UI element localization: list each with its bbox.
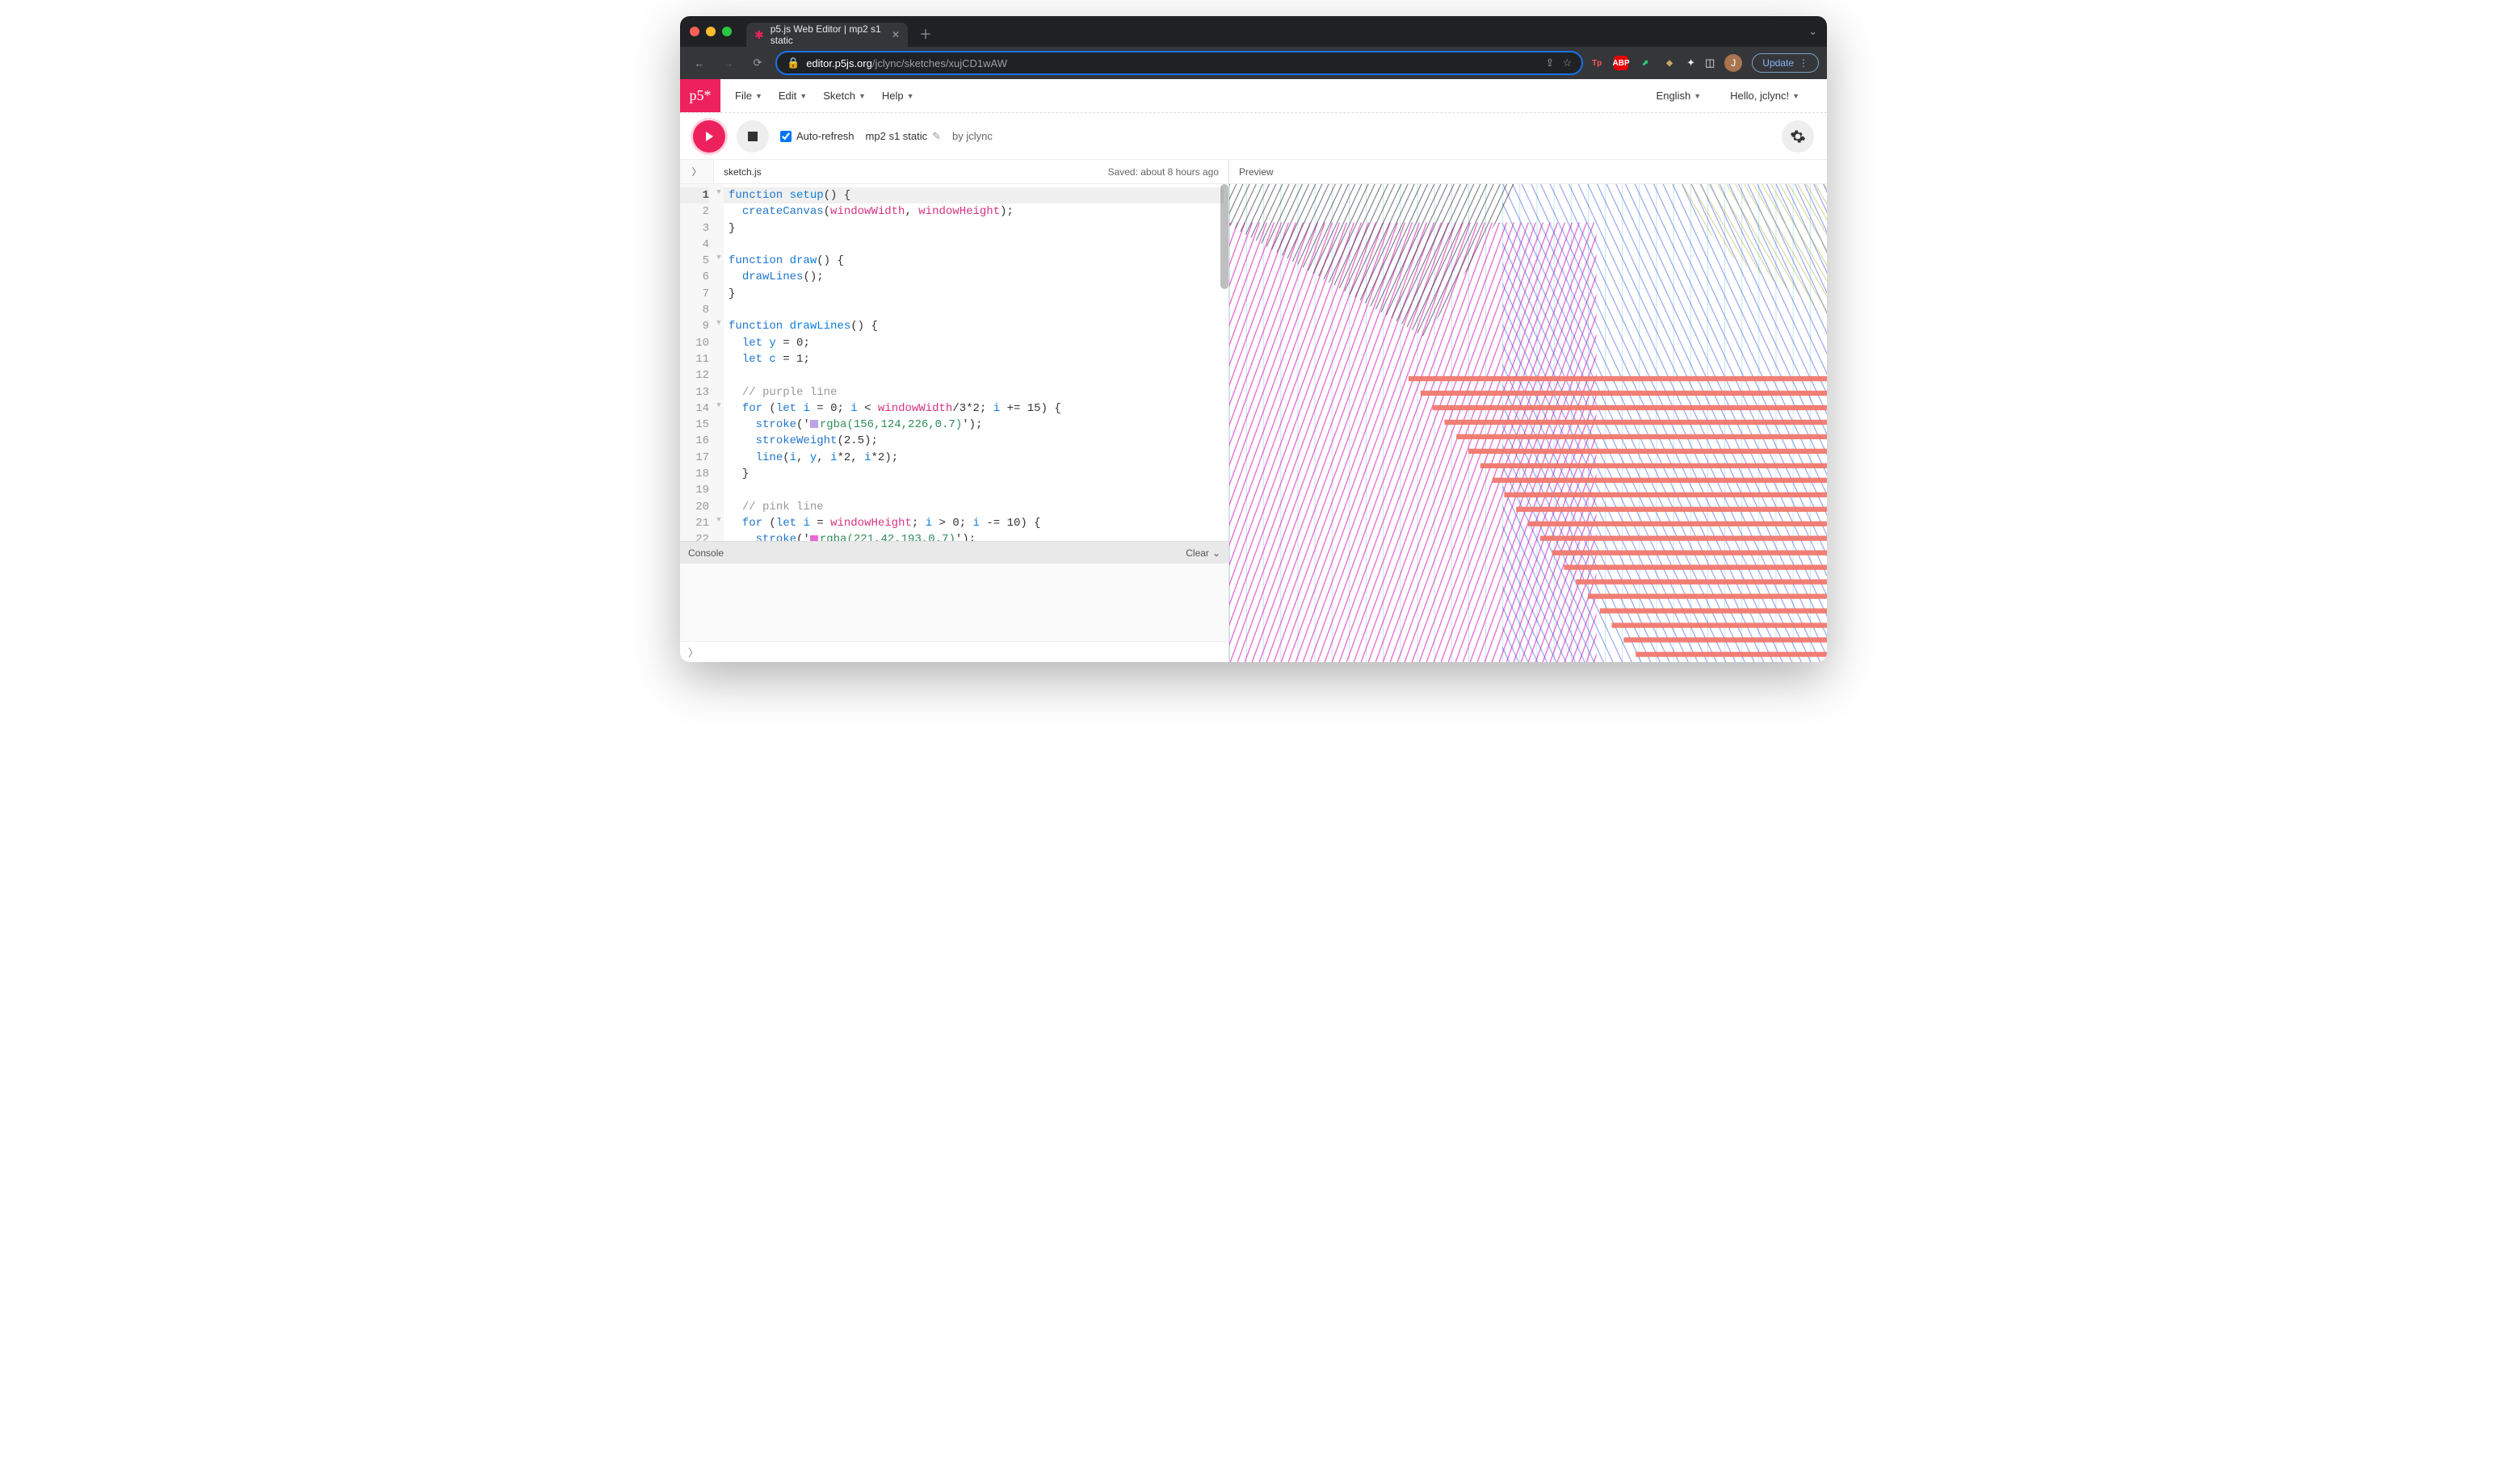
back-button[interactable]: ←: [688, 52, 711, 74]
tab-overflow-button[interactable]: ⌄: [1808, 25, 1817, 38]
tab-title: p5.js Web Editor | mp2 s1 static: [771, 23, 885, 46]
address-bar[interactable]: 🔒 editor.p5js.org/jclync/sketches/xujCD1…: [775, 51, 1583, 75]
browser-tab[interactable]: ✱ p5.js Web Editor | mp2 s1 static ✕: [746, 23, 908, 47]
console-clear-button[interactable]: Clear ⌄: [1186, 547, 1220, 559]
forward-button[interactable]: →: [717, 52, 740, 74]
minimize-window-button[interactable]: [706, 27, 716, 36]
menu-help[interactable]: Help▼: [874, 90, 922, 102]
browser-update-button[interactable]: Update⋮: [1752, 53, 1819, 73]
console-output: [680, 564, 1228, 641]
maximize-window-button[interactable]: [722, 27, 732, 36]
side-panel-icon[interactable]: ◫: [1705, 57, 1715, 69]
console-header: Console Clear ⌄: [680, 541, 1228, 564]
sketch-toolbar: Auto-refresh mp2 s1 static ✎ by jclync: [680, 113, 1827, 160]
settings-button[interactable]: [1782, 120, 1814, 153]
bookmark-icon[interactable]: ☆: [1562, 57, 1572, 69]
gear-icon: [1790, 128, 1806, 145]
extension-abp-icon[interactable]: ABP: [1614, 56, 1628, 70]
window-controls: [690, 27, 732, 36]
autorefresh-toggle[interactable]: Auto-refresh: [780, 130, 855, 142]
chevron-down-icon: ⌄: [1212, 547, 1220, 559]
chevron-right-icon: 〉: [691, 165, 701, 178]
user-menu[interactable]: Hello, jclync!▼: [1722, 90, 1808, 102]
autorefresh-checkbox[interactable]: [780, 131, 792, 142]
menu-sketch[interactable]: Sketch▼: [815, 90, 874, 102]
extensions-menu-icon[interactable]: ✦: [1686, 57, 1695, 69]
reload-button[interactable]: ⟳: [746, 52, 769, 74]
extension-icon[interactable]: ◆: [1662, 56, 1677, 70]
url-path: /jclync/sketches/xujCD1wAW: [872, 57, 1007, 69]
language-menu[interactable]: English▼: [1648, 90, 1710, 102]
chevron-right-icon: 〉: [688, 644, 699, 660]
code-editor[interactable]: 12345678910111213141516171819202122 ▼▼▼▼…: [680, 184, 1228, 541]
menu-edit[interactable]: Edit▼: [771, 90, 815, 102]
close-tab-icon[interactable]: ✕: [892, 29, 900, 40]
menu-file[interactable]: File▼: [727, 90, 771, 102]
console-title: Console: [688, 547, 724, 559]
extensions-row: Tp ABP ⬈ ◆ ✦ ◫ J Update⋮: [1589, 53, 1819, 73]
play-button[interactable]: [693, 120, 725, 153]
sidebar-toggle-button[interactable]: 〉: [680, 160, 714, 183]
app-header: p5* File▼Edit▼Sketch▼Help▼ English▼ Hell…: [680, 79, 1827, 113]
browser-toolbar: ← → ⟳ 🔒 editor.p5js.org/jclync/sketches/…: [680, 47, 1827, 79]
lock-icon: 🔒: [787, 57, 800, 69]
sketch-name: mp2 s1 static: [866, 130, 928, 142]
stop-button[interactable]: [737, 120, 769, 153]
close-window-button[interactable]: [690, 27, 699, 36]
browser-tab-bar: ✱ p5.js Web Editor | mp2 s1 static ✕ ＋ ⌄: [680, 16, 1827, 47]
stop-icon: [748, 132, 758, 141]
console-input-row[interactable]: 〉: [680, 641, 1228, 662]
extension-icon[interactable]: ⬈: [1638, 56, 1652, 70]
extension-icon[interactable]: Tp: [1589, 56, 1604, 70]
preview-header: Preview: [1229, 160, 1827, 184]
editor-pane: 〉 sketch.js Saved: about 8 hours ago 123…: [680, 160, 1229, 662]
saved-status: Saved: about 8 hours ago: [1108, 166, 1228, 178]
preview-canvas: [1229, 184, 1827, 662]
url-host: editor.p5js.org: [806, 57, 872, 69]
p5-favicon-icon: ✱: [754, 28, 764, 42]
p5-logo[interactable]: p5*: [680, 79, 720, 112]
scrollbar[interactable]: [1220, 184, 1228, 289]
profile-avatar[interactable]: J: [1724, 54, 1742, 72]
new-tab-button[interactable]: ＋: [914, 22, 937, 44]
sketch-author: by jclync: [952, 130, 993, 142]
play-icon: [703, 130, 716, 143]
file-tab[interactable]: sketch.js: [714, 166, 771, 178]
edit-name-icon[interactable]: ✎: [932, 130, 941, 143]
share-icon[interactable]: ⇪: [1546, 57, 1555, 69]
